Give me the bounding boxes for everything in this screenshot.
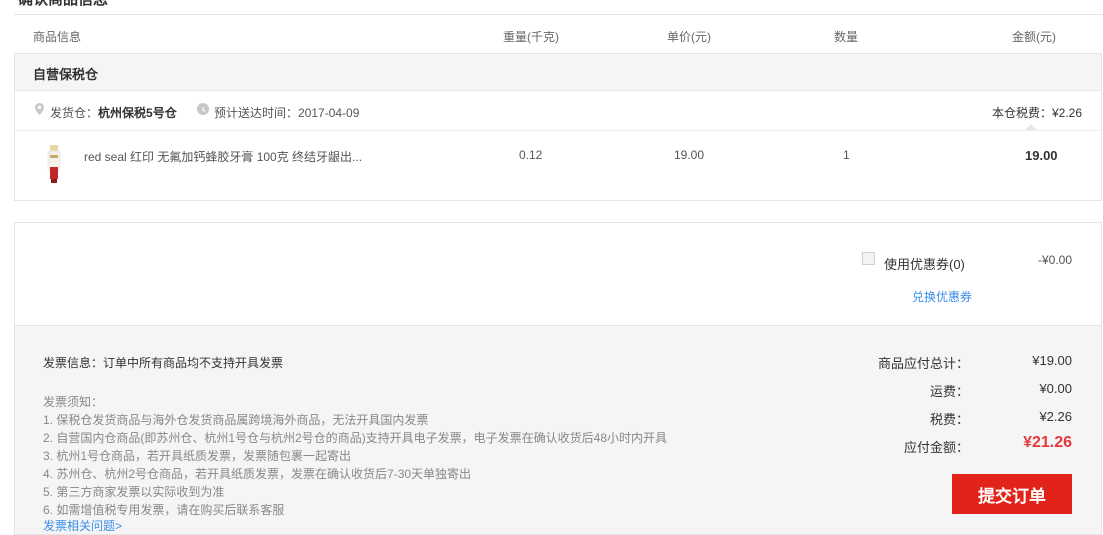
product-weight: 0.12 xyxy=(519,148,543,162)
product-amount: 19.00 xyxy=(1025,148,1058,163)
invoice-notice: 1. 保税仓发货商品与海外仓发货商品属跨境海外商品，无法开具国内发票 xyxy=(43,413,429,427)
invoice-notice-title: 发票须知： xyxy=(43,395,104,409)
invoice-info: 发票信息：订单中所有商品均不支持开具发票 xyxy=(43,356,284,370)
invoice-notice: 5. 第三方商家发票以实际收到为准 xyxy=(43,485,225,499)
warehouse-name: 自营保税仓 xyxy=(33,67,99,82)
location-pin-icon xyxy=(35,103,44,115)
product-qty: 1 xyxy=(843,148,850,162)
col-amount: 金额(元) xyxy=(1012,30,1056,44)
checkbox-icon[interactable] xyxy=(862,252,875,265)
ship-from: 发货仓：杭州保税5号仓 xyxy=(50,104,177,121)
col-price: 单价(元) xyxy=(667,30,711,44)
invoice-notice: 6. 如需增值税专用发票，请在购买后联系客服 xyxy=(43,503,285,517)
ship-from-label: 发货仓： xyxy=(50,106,99,120)
eta: 预计送达时间：2017-04-09 xyxy=(214,104,359,121)
goods-total-label: 商品应付总计： xyxy=(877,356,969,371)
col-product: 商品信息 xyxy=(33,30,82,44)
coupon-label[interactable]: 使用优惠券(0) xyxy=(884,254,965,273)
shipping-label: 运费： xyxy=(929,384,969,399)
section-title: 确认商品信息 xyxy=(18,0,108,9)
divider xyxy=(14,14,1103,15)
col-qty: 数量 xyxy=(834,30,859,44)
amount-due-label: 应付金额： xyxy=(903,440,969,455)
product-price: 19.00 xyxy=(674,148,705,162)
eta-value: 2017-04-09 xyxy=(298,106,360,120)
ship-from-value: 杭州保税5号仓 xyxy=(98,106,177,120)
invoice-notice: 3. 杭州1号仓商品，若开具纸质发票，发票随包裹一起寄出 xyxy=(43,449,352,463)
submit-order-button[interactable]: 提交订单 xyxy=(952,474,1072,514)
eta-label: 预计送达时间： xyxy=(214,106,299,120)
exchange-coupon-link[interactable]: 兑换优惠券 xyxy=(912,288,972,305)
warehouse-tax-label: 本仓税费： xyxy=(991,106,1052,120)
warehouse-header xyxy=(15,54,1101,91)
product-thumbnail[interactable] xyxy=(42,143,66,185)
divider xyxy=(15,130,1101,131)
tax-value: ¥2.26 xyxy=(1039,409,1072,424)
shipping-value: ¥0.00 xyxy=(1039,381,1072,396)
invoice-notice: 2. 自营国内仓商品(即苏州仓、杭州1号仓与杭州2号仓的商品)支持开具电子发票，… xyxy=(43,431,668,445)
coupon-value: -¥0.00 xyxy=(1038,253,1073,267)
warehouse-tax: 本仓税费：¥2.26 xyxy=(992,104,1082,121)
product-name[interactable]: red seal 红印 无氟加钙蜂胶牙膏 100克 终结牙龈出... xyxy=(84,148,374,165)
amount-due-value: ¥21.26 xyxy=(1023,434,1072,451)
coupon-box xyxy=(14,222,1102,326)
warehouse-tax-value: ¥2.26 xyxy=(1051,106,1082,120)
col-weight: 重量(千克) xyxy=(503,30,559,44)
invoice-notice: 4. 苏州仓、杭州2号仓商品，若开具纸质发票，发票在确认收货后7-30天单独寄出 xyxy=(43,467,472,481)
clock-icon xyxy=(197,103,209,115)
goods-total-value: ¥19.00 xyxy=(1032,353,1072,368)
tax-label: 税费： xyxy=(929,412,969,427)
